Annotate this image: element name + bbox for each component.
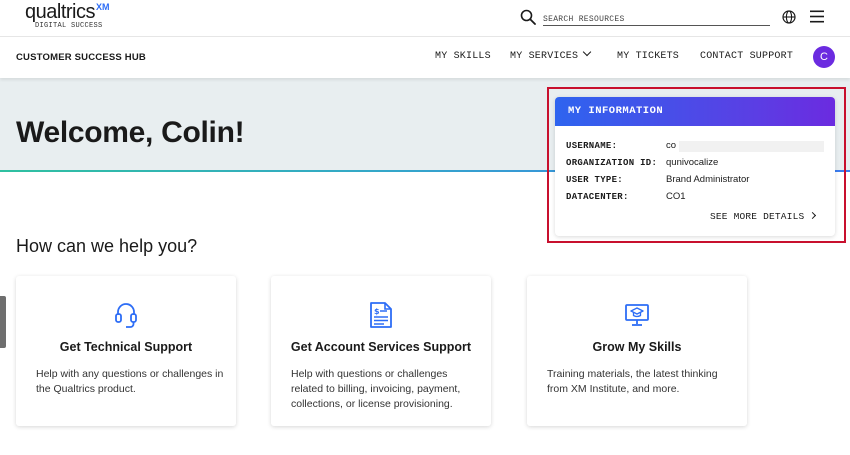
info-value: qunivocalize (666, 157, 719, 168)
nav-contact-support[interactable]: CONTACT SUPPORT (700, 51, 793, 62)
search-input[interactable] (543, 11, 770, 28)
search-icon[interactable] (520, 9, 536, 25)
monitor-graduation-icon (625, 304, 649, 326)
see-more-label: SEE MORE DETAILS (710, 211, 805, 222)
main-nav: CUSTOMER SUCCESS HUB MY SKILLS MY SERVIC… (0, 37, 850, 78)
card-account-services-support[interactable]: $ Get Account Services Support Help with… (271, 276, 491, 426)
globe-icon[interactable] (782, 10, 796, 24)
card-grow-my-skills[interactable]: Grow My Skills Training materials, the l… (527, 276, 747, 426)
feedback-side-tab[interactable] (0, 296, 6, 348)
info-value: CO1 (666, 191, 686, 202)
nav-my-services-label: MY SERVICES (510, 51, 579, 62)
info-label: ORGANIZATION ID: (566, 158, 658, 168)
chevron-right-icon (809, 211, 817, 220)
card-description: Help with questions or challenges relate… (291, 368, 461, 410)
svg-text:$: $ (374, 307, 380, 316)
document-dollar-icon: $ (370, 302, 392, 328)
card-title: Grow My Skills (592, 340, 682, 354)
hamburger-menu-icon[interactable] (810, 10, 824, 23)
nav-my-services[interactable]: MY SERVICES (510, 47, 592, 62)
info-value: Brand Administrator (666, 174, 750, 185)
nav-my-skills[interactable]: MY SKILLS (435, 51, 491, 62)
info-label: DATACENTER: (566, 192, 629, 202)
info-label: USERNAME: (566, 141, 618, 151)
welcome-heading: Welcome, Colin! (16, 116, 245, 149)
my-information-title: MY INFORMATION (555, 97, 835, 126)
chevron-down-icon (582, 47, 592, 57)
logo-text: qualtrics (25, 1, 95, 23)
logo-subtitle: DIGITAL SUCCESS (35, 22, 103, 30)
my-information-card: MY INFORMATION USERNAME: co ORGANIZATION… (555, 97, 835, 236)
redacted-field (679, 141, 824, 152)
card-description: Training materials, the latest thinking … (547, 368, 718, 395)
card-title: Get Technical Support (59, 340, 193, 354)
info-value: co (666, 140, 677, 151)
avatar[interactable]: C (813, 46, 835, 68)
see-more-details-link[interactable]: SEE MORE DETAILS (710, 211, 817, 222)
logo-xm: XM (95, 2, 110, 12)
card-description: Help with any questions or challenges in… (36, 368, 224, 395)
search-field[interactable] (543, 8, 770, 28)
card-title: Get Account Services Support (290, 340, 472, 354)
nav-my-tickets[interactable]: MY TICKETS (617, 51, 679, 62)
hub-title[interactable]: CUSTOMER SUCCESS HUB (16, 52, 146, 63)
card-technical-support[interactable]: Get Technical Support Help with any ques… (16, 276, 236, 426)
help-heading: How can we help you? (16, 236, 198, 256)
qualtrics-logo[interactable]: qualtricsXM DIGITAL SUCCESS (25, 2, 109, 30)
headset-icon (115, 303, 137, 328)
top-bar: qualtricsXM DIGITAL SUCCESS (0, 0, 850, 37)
info-label: USER TYPE: (566, 175, 624, 185)
